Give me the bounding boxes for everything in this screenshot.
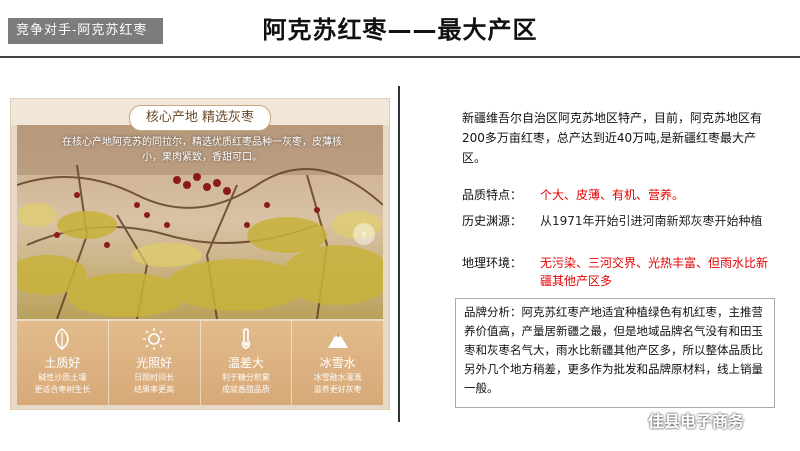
- mountain-icon: [327, 331, 348, 348]
- intro-text: 新疆维吾尔自治区阿克苏地区特产，目前，阿克苏地区有200多万亩红枣，总产达到近4…: [462, 111, 763, 165]
- section-tag: 竞争对手-阿克苏红枣: [8, 18, 163, 44]
- feature-name: 冰雪水: [319, 356, 356, 370]
- chevron-right-icon: ›: [361, 226, 367, 242]
- row-label: 品质特点：: [462, 188, 523, 202]
- jujube-photo: 在核心产地阿克苏的同拉尔，精选优质红枣品种一灰枣，皮薄核小，果肉紧致，香甜可口。…: [17, 125, 383, 319]
- watermark-text: 佳县电子商务: [648, 412, 745, 431]
- feature-desc: 更适合枣树生长: [34, 385, 91, 394]
- product-card: 核心产地 精选灰枣 在核心产地阿克苏的同拉尔，精选优质红枣品种一灰枣，皮薄核小，…: [10, 98, 390, 410]
- feature-name: 土质好: [44, 356, 81, 370]
- wechat-icon: [620, 411, 642, 428]
- feature-desc: 日照时间长: [134, 373, 175, 382]
- card-pill: 核心产地 精选灰枣: [129, 105, 271, 131]
- row-label: 历史渊源：: [462, 214, 523, 228]
- next-arrow-button[interactable]: ›: [353, 223, 375, 245]
- feature-desc: 冰雪融水灌溉: [313, 373, 362, 382]
- title-divider: [0, 56, 800, 58]
- row-label: 地理环境：: [462, 256, 523, 270]
- row-value: 无污染、三河交界、光热丰富、但雨水比新疆其他产区多: [540, 256, 769, 288]
- sun-icon: [143, 328, 166, 350]
- feature-temperature: 温差大 利于糖分积累 成就香甜品质: [201, 321, 293, 405]
- photo-caption: 在核心产地阿克苏的同拉尔，精选优质红枣品种一灰枣，皮薄核小，果肉紧致，香甜可口。: [62, 137, 342, 163]
- thermometer-icon: [241, 328, 251, 349]
- feature-strip: 土质好 碱性沙质土壤 更适合枣树生长 光照好 日照时间长 结果率更高 温差大 利…: [17, 321, 383, 405]
- page-title: 阿克苏红枣——最大产区: [262, 16, 538, 44]
- feature-desc: 结果率更高: [134, 385, 175, 394]
- feature-desc: 滋养更好灰枣: [313, 385, 362, 394]
- row-value: 个大、皮薄、有机、营养。: [540, 188, 685, 202]
- feature-desc: 碱性沙质土壤: [38, 373, 87, 382]
- feature-desc: 利于糖分积累: [221, 373, 270, 382]
- feature-desc: 成就香甜品质: [221, 385, 270, 394]
- feature-soil: 土质好 碱性沙质土壤 更适合枣树生长: [17, 321, 109, 405]
- feature-sunlight: 光照好 日照时间长 结果率更高: [109, 321, 201, 405]
- row-value: 从1971年开始引进河南新郑灰枣开始种植: [540, 214, 763, 228]
- feature-name: 光照好: [136, 356, 173, 370]
- brand-analysis-box: 品牌分析：阿克苏红枣产地适宜种植绿色有机红枣，主推营养价值高，产量居新疆之最，但…: [455, 298, 775, 408]
- watermark: 佳县电子商务: [620, 406, 800, 434]
- leaf-icon: [55, 327, 70, 351]
- vertical-divider: [398, 86, 400, 422]
- feature-snowwater: 冰雪水 冰雪融水灌溉 滋养更好灰枣: [292, 321, 383, 405]
- feature-name: 温差大: [227, 356, 264, 370]
